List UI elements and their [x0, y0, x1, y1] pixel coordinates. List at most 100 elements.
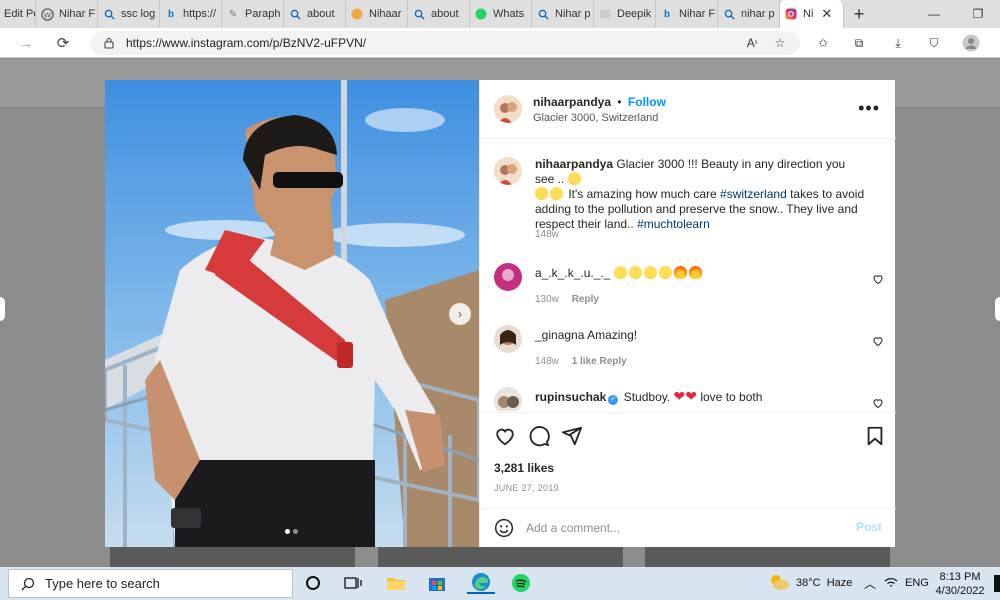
bullet-separator: • — [617, 95, 622, 109]
post-date[interactable]: JUNE 27, 2019 — [494, 483, 559, 493]
wordpress-icon: W — [40, 7, 54, 21]
caption-username[interactable]: nihaarpandya — [535, 157, 613, 171]
new-tab-button[interactable]: + — [844, 4, 874, 25]
commenter-username[interactable]: _ginagna — [535, 328, 584, 342]
tab-nihar-wp[interactable]: W Nihar F — [36, 0, 98, 28]
like-heart-icon[interactable] — [494, 425, 516, 447]
post-image — [105, 80, 479, 547]
hashtag-link[interactable]: #switzerland — [720, 187, 787, 201]
tab-edit-post[interactable]: Edit Po — [0, 0, 36, 28]
heart-eyes-emoji-icon — [535, 187, 548, 200]
search-icon — [412, 7, 426, 21]
previous-post-arrow[interactable] — [0, 297, 5, 321]
tab-whatsapp[interactable]: Whats — [470, 0, 532, 28]
address-toolbar: → ⟳ https://www.instagram.com/p/BzNV2-uF… — [0, 28, 1000, 58]
show-desktop-button[interactable] — [994, 575, 1000, 592]
author-username[interactable]: nihaarpandya — [533, 95, 611, 109]
tab-nihar-p[interactable]: nihar p — [718, 0, 780, 28]
read-aloud-icon[interactable]: Aᵃ — [742, 34, 762, 52]
comments-list[interactable]: nihaarpandya Glacier 3000 !!! Beauty in … — [480, 140, 896, 411]
task-view-icon[interactable] — [341, 572, 365, 594]
close-tab-icon[interactable]: ✕ — [821, 6, 832, 22]
extensions-icon[interactable]: ⛉ — [924, 34, 944, 52]
tab-deepika[interactable]: Deepik — [594, 0, 656, 28]
weather-widget[interactable]: 38°C Haze — [796, 577, 852, 589]
fire-emoji-icon — [688, 266, 702, 279]
show-hidden-icons-chevron-icon[interactable]: ︿ — [864, 575, 876, 592]
tab-instagram-active[interactable]: Ni ✕ — [780, 0, 844, 28]
edge-browser-icon[interactable] — [467, 572, 495, 594]
caption-meta: 148w — [535, 229, 569, 240]
favorites-icon[interactable]: ✩ — [813, 34, 833, 52]
lock-icon[interactable] — [102, 36, 116, 50]
reply-button[interactable]: Reply — [572, 294, 599, 305]
add-favorite-icon[interactable]: ☆ — [770, 34, 790, 52]
comment-input[interactable] — [526, 519, 826, 537]
refresh-icon[interactable]: ⟳ — [52, 33, 74, 53]
tab-nihaar[interactable]: Nihaar — [346, 0, 408, 28]
taskbar-search-box[interactable]: Type here to search — [8, 569, 293, 598]
tab-ssc-login[interactable]: ssc log — [98, 0, 160, 28]
more-options-button[interactable]: ••• — [858, 98, 880, 119]
profile-avatar-icon[interactable] — [961, 34, 981, 52]
taskbar-search-placeholder: Type here to search — [45, 576, 160, 591]
comment-body: Studboy. — [623, 390, 671, 404]
tab-label: about — [307, 8, 335, 20]
like-comment-heart-icon[interactable] — [872, 397, 884, 409]
comment-like-count[interactable]: 1 like — [572, 356, 597, 367]
post-location[interactable]: Glacier 3000, Switzerland — [533, 112, 658, 124]
language-indicator[interactable]: ENG — [905, 577, 929, 589]
carousel-dot-active — [285, 529, 290, 534]
like-count[interactable]: 3,281 likes — [494, 461, 554, 475]
downloads-icon[interactable]: ⤓ — [888, 34, 908, 52]
address-bar[interactable]: https://www.instagram.com/p/BzNV2-uFPVN/ — [90, 31, 800, 55]
minimize-icon[interactable]: — — [912, 0, 956, 28]
tab-about-1[interactable]: about — [284, 0, 346, 28]
tab-nihar-bing[interactable]: b Nihar F — [656, 0, 718, 28]
hashtag-link[interactable]: #muchtolearn — [637, 217, 710, 231]
weather-icon[interactable] — [767, 571, 791, 593]
commenter-username[interactable]: rupinsuchak — [535, 390, 606, 404]
like-comment-heart-icon[interactable] — [872, 273, 884, 285]
tab-paraphrase[interactable]: ✎ Paraph — [222, 0, 284, 28]
back-arrow-icon[interactable]: → — [15, 33, 37, 53]
collections-icon[interactable]: ⧉ — [849, 34, 869, 52]
share-send-icon[interactable] — [561, 425, 583, 447]
file-explorer-icon[interactable] — [384, 572, 408, 594]
author-avatar[interactable] — [494, 157, 522, 185]
commenter-avatar[interactable] — [494, 387, 522, 411]
author-avatar[interactable] — [494, 95, 522, 123]
spotify-icon[interactable] — [509, 572, 533, 594]
restore-icon[interactable]: ❐ — [956, 0, 1000, 28]
comment-timestamp[interactable]: 148w — [535, 356, 559, 367]
comment-item: rupinsuchak ✓ Studboy. ❤❤ love to both — [494, 387, 884, 411]
commenter-avatar[interactable] — [494, 325, 522, 353]
network-icon[interactable] — [884, 577, 898, 592]
tab-about-2[interactable]: about — [408, 0, 470, 28]
heart-eyes-emoji-icon — [567, 172, 581, 185]
tab-nihar-search[interactable]: Nihar p — [532, 0, 594, 28]
like-comment-heart-icon[interactable] — [872, 335, 884, 347]
carousel-next-button[interactable]: › — [449, 303, 471, 325]
save-bookmark-icon[interactable] — [864, 425, 886, 447]
comment-meta: 148w 1 like Reply — [535, 356, 627, 367]
system-clock[interactable]: 8:13 PM 4/30/2022 — [930, 570, 990, 598]
post-comment-button[interactable]: Post — [856, 520, 882, 534]
svg-text:W: W — [43, 10, 51, 19]
tab-bing-url[interactable]: b https:// — [160, 0, 222, 28]
commenter-username[interactable]: a_.k_.k_.u._._ — [535, 266, 610, 280]
post-photo[interactable]: › — [105, 80, 479, 547]
bing-icon: b — [663, 8, 671, 20]
caption-timestamp[interactable]: 148w — [535, 229, 559, 240]
emoji-picker-icon[interactable] — [494, 518, 514, 538]
follow-button[interactable]: Follow — [628, 95, 666, 109]
reply-button[interactable]: Reply — [600, 356, 627, 367]
commenter-avatar[interactable] — [494, 263, 522, 291]
comment-timestamp[interactable]: 130w — [535, 294, 559, 305]
microsoft-store-icon[interactable] — [425, 572, 449, 594]
heart-eyes-emoji-icon — [550, 187, 563, 200]
comment-bubble-icon[interactable] — [528, 425, 550, 447]
cortana-icon[interactable] — [301, 572, 325, 594]
comment-item: _ginagna Amazing! 148w 1 like Reply — [494, 325, 884, 375]
next-post-arrow[interactable] — [995, 297, 1000, 321]
